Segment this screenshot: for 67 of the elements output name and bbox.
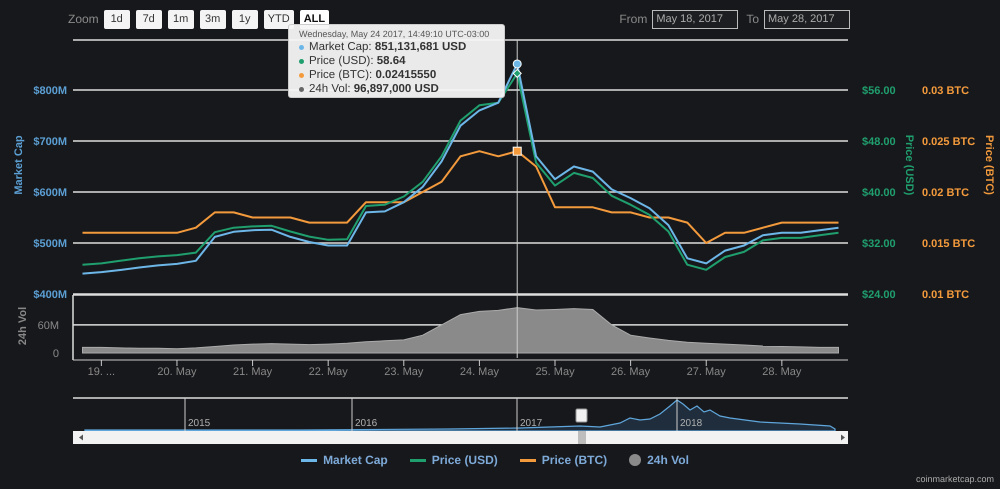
legend-item[interactable]: 24h Vol — [629, 453, 689, 467]
zoom-button[interactable]: 3m — [200, 10, 226, 28]
scroll-left-icon — [79, 434, 83, 440]
y-axis-label: $500M — [33, 238, 67, 250]
y-axis-label: $40.00 — [862, 187, 896, 199]
to-date-field[interactable]: May 28, 2017 — [764, 10, 850, 28]
credit-text: coinmarketcap.com — [916, 474, 994, 485]
line-swatch-icon — [520, 458, 536, 462]
y-axis-label: $56.00 — [862, 84, 896, 97]
y-axis-label: 60M — [38, 320, 59, 332]
year-label: 2018 — [680, 418, 702, 429]
x-axis-label: 22. May — [308, 366, 348, 378]
point-marker — [512, 59, 522, 68]
x-axis-label: 21. May — [233, 366, 272, 378]
y-axis-title: 24h Vol — [17, 306, 29, 346]
year-label: 2017 — [520, 418, 542, 429]
y-axis-title: Price (BTC) — [983, 135, 995, 195]
zoom-button[interactable]: YTD — [264, 10, 294, 28]
x-axis-label: 20. May — [157, 366, 197, 378]
zoom-button[interactable]: 7d — [136, 10, 162, 28]
scrollbar-thumb — [578, 431, 586, 444]
zoom-label: Zoom — [68, 12, 99, 26]
legend-item[interactable]: Price (BTC) — [520, 453, 608, 467]
y-axis-label: 0 — [52, 348, 59, 360]
y-axis-label: 0.02 BTC — [922, 187, 970, 199]
y-axis-label: 0.025 BTC — [922, 136, 976, 148]
legend-item[interactable]: Price (USD) — [410, 453, 498, 467]
zoom-button[interactable]: 1y — [232, 10, 258, 28]
legend-item[interactable]: Market Cap — [301, 453, 388, 467]
y-axis-label: $800M — [33, 84, 67, 97]
point-marker — [512, 146, 522, 156]
y-axis-label: 0.03 BTC — [922, 84, 970, 97]
x-axis-label: 19. ... — [88, 366, 116, 378]
tooltip-title: Wednesday, May 24 2017, 14:49:10 UTC-03:00 — [299, 29, 490, 39]
range-handle — [576, 408, 588, 422]
tooltip-value: Price (USD): 58.64 — [309, 54, 406, 68]
year-label: 2015 — [188, 418, 210, 429]
x-axis-label: 26. May — [611, 366, 650, 378]
y-axis-title: Market Cap — [13, 135, 25, 195]
y-axis-label: $24.00 — [862, 289, 896, 301]
y-axis-label: $48.00 — [862, 136, 896, 148]
x-axis-label: 28. May — [762, 366, 802, 378]
x-axis-label: 27. May — [686, 366, 726, 378]
y-axis-label: $400M — [33, 289, 67, 301]
point-marker — [512, 68, 522, 78]
dot-swatch-icon — [629, 454, 642, 466]
from-date-field[interactable]: May 18, 2017 — [652, 10, 738, 28]
y-axis-label: $700M — [33, 136, 67, 148]
year-label: 2016 — [355, 418, 378, 429]
x-axis-label: 24. May — [460, 366, 499, 378]
line-swatch-icon — [301, 458, 318, 462]
x-axis-label: 23. May — [384, 366, 424, 378]
tooltip-value: Market Cap: 851,131,681 USD — [309, 40, 466, 54]
to-label: To — [746, 12, 759, 26]
y-axis-label: $600M — [33, 187, 67, 199]
x-axis-label: 25. May — [535, 366, 575, 378]
zoom-button[interactable]: 1d — [104, 10, 130, 28]
zoom-button[interactable]: 1m — [168, 10, 194, 28]
y-axis-label: 0.01 BTC — [922, 289, 970, 301]
from-label: From — [619, 12, 648, 26]
y-axis-title: Price (USD) — [903, 134, 915, 196]
tooltip-value: 24h Vol: 96,897,000 USD — [309, 82, 439, 96]
y-axis-label: $32.00 — [862, 238, 896, 250]
line-swatch-icon — [410, 458, 426, 462]
scroll-right-icon — [841, 434, 845, 440]
tooltip-value: Price (BTC): 0.02415550 — [309, 68, 436, 82]
y-axis-label: 0.015 BTC — [922, 238, 976, 250]
